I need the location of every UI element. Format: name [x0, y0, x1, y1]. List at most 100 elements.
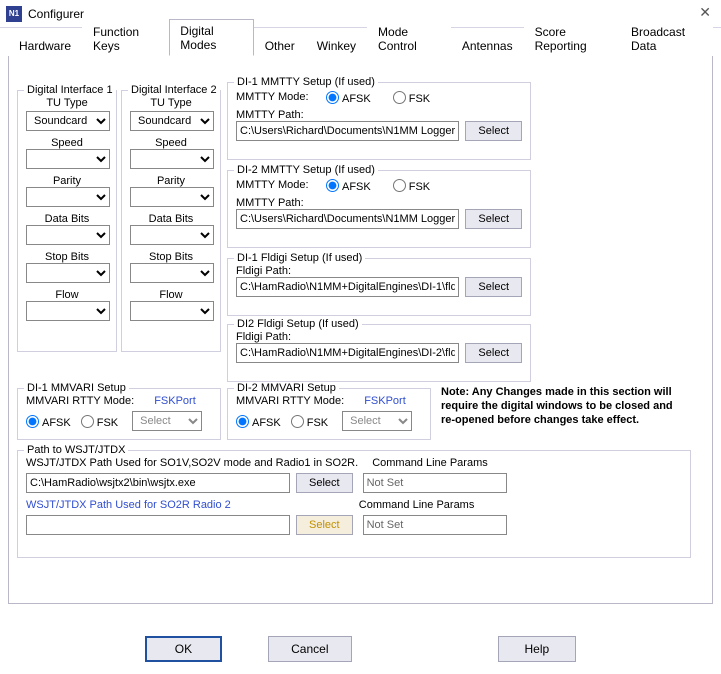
btn-mmtty2-select[interactable]: Select [465, 209, 522, 229]
label-parity-2: Parity [130, 175, 212, 187]
legend-fldigi-2: DI2 Fldigi Setup (If used) [234, 318, 362, 330]
select-mmvari2-fskport[interactable]: Select [342, 411, 412, 431]
label-parity-1: Parity [26, 175, 108, 187]
group-mmvari-2: DI-2 MMVARI Setup MMVARI RTTY Mode: FSKP… [227, 388, 431, 440]
tab-broadcast-data[interactable]: Broadcast Data [620, 20, 713, 56]
label-speed-1: Speed [26, 137, 108, 149]
radio-mmvari1-fsk[interactable] [81, 415, 94, 428]
select-stop-bits-1[interactable] [26, 263, 110, 283]
label-tu-type-2: TU Type [130, 97, 212, 109]
ok-button[interactable]: OK [145, 636, 222, 662]
label-wsjt-path2: WSJT/JTDX Path Used for SO2R Radio 2 [26, 499, 231, 511]
input-wsjt-path1[interactable] [26, 473, 290, 493]
legend-mmvari-2: DI-2 MMVARI Setup [234, 382, 339, 394]
tab-digital-modes[interactable]: Digital Modes [169, 19, 253, 56]
label-mmtty2-afsk: AFSK [342, 181, 371, 193]
label-wsjt-path1: WSJT/JTDX Path Used for SO1V,SO2V mode a… [26, 457, 358, 469]
label-mmvari1-afsk: AFSK [42, 417, 71, 429]
group-fldigi-1: DI-1 Fldigi Setup (If used) Fldigi Path:… [227, 258, 531, 316]
group-digital-interface-2: Digital Interface 2 TU Type Soundcard Sp… [121, 90, 221, 352]
legend-di2: Digital Interface 2 [128, 84, 220, 96]
label-mmtty2-fsk: FSK [409, 181, 430, 193]
select-data-bits-2[interactable] [130, 225, 214, 245]
tab-hardware[interactable]: Hardware [8, 34, 82, 56]
select-flow-2[interactable] [130, 301, 214, 321]
input-fldigi2-path[interactable] [236, 343, 459, 363]
label-mmtty2-mode: MMTTY Mode: [236, 179, 316, 191]
label-fldigi1-path: Fldigi Path: [236, 265, 522, 277]
btn-wsjt-select1[interactable]: Select [296, 473, 353, 493]
btn-wsjt-select2[interactable]: Select [296, 515, 353, 535]
radio-mmtty1-fsk[interactable] [393, 91, 406, 104]
label-wsjt-cmd2: Command Line Params [359, 499, 475, 511]
select-parity-2[interactable] [130, 187, 214, 207]
label-data-bits-2: Data Bits [130, 213, 212, 225]
label-stop-bits-2: Stop Bits [130, 251, 212, 263]
app-icon: N1 [6, 6, 22, 22]
input-wsjt-cmd1[interactable] [363, 473, 507, 493]
group-mmvari-1: DI-1 MMVARI Setup MMVARI RTTY Mode: FSKP… [17, 388, 221, 440]
select-mmvari1-fskport[interactable]: Select [132, 411, 202, 431]
radio-mmtty2-afsk[interactable] [326, 179, 339, 192]
input-fldigi1-path[interactable] [236, 277, 459, 297]
group-digital-interface-1: Digital Interface 1 TU Type Soundcard Sp… [17, 90, 117, 352]
label-mmtty2-path: MMTTY Path: [236, 197, 522, 209]
legend-fldigi-1: DI-1 Fldigi Setup (If used) [234, 252, 365, 264]
input-wsjt-path2[interactable] [26, 515, 290, 535]
tab-function-keys[interactable]: Function Keys [82, 20, 169, 56]
btn-mmtty1-select[interactable]: Select [465, 121, 522, 141]
tab-content: Digital Interface 1 TU Type Soundcard Sp… [8, 56, 713, 604]
label-mmtty1-mode: MMTTY Mode: [236, 91, 316, 103]
window-title: Configurer [28, 7, 84, 21]
select-stop-bits-2[interactable] [130, 263, 214, 283]
tab-mode-control[interactable]: Mode Control [367, 20, 451, 56]
input-mmtty2-path[interactable] [236, 209, 459, 229]
select-parity-1[interactable] [26, 187, 110, 207]
select-speed-1[interactable] [26, 149, 110, 169]
label-mmvari2-fskport: FSKPort [364, 395, 406, 407]
note-changes: Note: Any Changes made in this section w… [441, 386, 687, 427]
label-tu-type-1: TU Type [26, 97, 108, 109]
label-mmvari1-mode: MMVARI RTTY Mode: [26, 395, 134, 407]
btn-fldigi2-select[interactable]: Select [465, 343, 522, 363]
tab-antennas[interactable]: Antennas [451, 34, 524, 56]
label-mmtty1-afsk: AFSK [342, 93, 371, 105]
legend-mmtty-1: DI-1 MMTTY Setup (If used) [234, 76, 378, 88]
label-flow-1: Flow [26, 289, 108, 301]
label-mmvari2-afsk: AFSK [252, 417, 281, 429]
close-icon[interactable]: ✕ [699, 4, 711, 21]
select-speed-2[interactable] [130, 149, 214, 169]
group-fldigi-2: DI2 Fldigi Setup (If used) Fldigi Path: … [227, 324, 531, 382]
radio-mmvari2-fsk[interactable] [291, 415, 304, 428]
radio-mmtty2-fsk[interactable] [393, 179, 406, 192]
btn-fldigi1-select[interactable]: Select [465, 277, 522, 297]
tab-other[interactable]: Other [254, 34, 306, 56]
label-speed-2: Speed [130, 137, 212, 149]
legend-wsjt: Path to WSJT/JTDX [24, 444, 128, 456]
select-tu-type-1[interactable]: Soundcard [26, 111, 110, 131]
select-tu-type-2[interactable]: Soundcard [130, 111, 214, 131]
input-mmtty1-path[interactable] [236, 121, 459, 141]
cancel-button[interactable]: Cancel [268, 636, 351, 662]
group-mmtty-2: DI-2 MMTTY Setup (If used) MMTTY Mode: A… [227, 170, 531, 248]
legend-mmvari-1: DI-1 MMVARI Setup [24, 382, 129, 394]
radio-mmvari2-afsk[interactable] [236, 415, 249, 428]
label-mmvari1-fsk: FSK [97, 417, 118, 429]
label-flow-2: Flow [130, 289, 212, 301]
legend-mmtty-2: DI-2 MMTTY Setup (If used) [234, 164, 378, 176]
select-data-bits-1[interactable] [26, 225, 110, 245]
label-mmvari2-fsk: FSK [307, 417, 328, 429]
tab-winkey[interactable]: Winkey [306, 34, 367, 56]
legend-di1: Digital Interface 1 [24, 84, 116, 96]
radio-mmtty1-afsk[interactable] [326, 91, 339, 104]
label-fldigi2-path: Fldigi Path: [236, 331, 522, 343]
group-mmtty-1: DI-1 MMTTY Setup (If used) MMTTY Mode: A… [227, 82, 531, 160]
select-flow-1[interactable] [26, 301, 110, 321]
help-button[interactable]: Help [498, 636, 577, 662]
tab-score-reporting[interactable]: Score Reporting [524, 20, 620, 56]
label-data-bits-1: Data Bits [26, 213, 108, 225]
radio-mmvari1-afsk[interactable] [26, 415, 39, 428]
label-mmtty1-path: MMTTY Path: [236, 109, 522, 121]
input-wsjt-cmd2[interactable] [363, 515, 507, 535]
label-stop-bits-1: Stop Bits [26, 251, 108, 263]
